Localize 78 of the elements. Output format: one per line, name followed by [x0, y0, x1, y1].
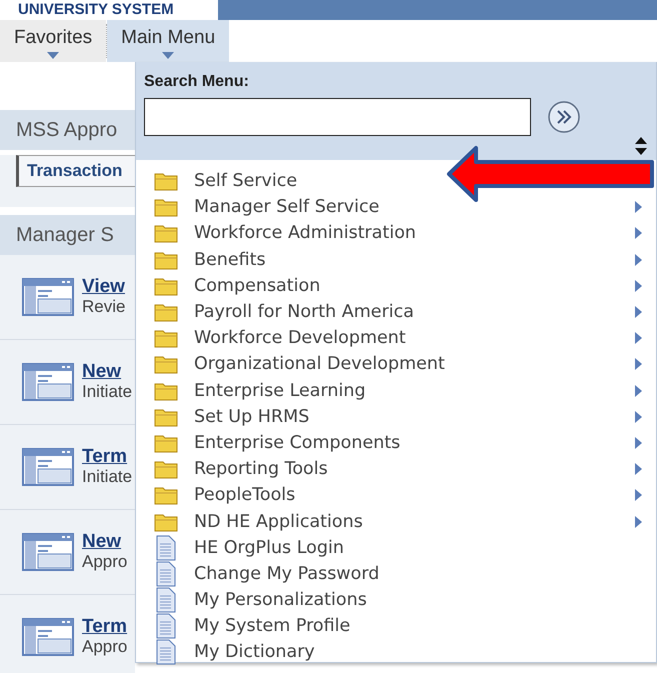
- panel-title: MSS Appro: [0, 110, 135, 150]
- document-icon: [156, 639, 176, 666]
- menu-item[interactable]: Compensation: [136, 272, 656, 299]
- header-title: UNIVERSITY SYSTEM: [17, 0, 175, 20]
- document-icon: [156, 534, 176, 561]
- menu-item[interactable]: Organizational Development: [136, 351, 656, 378]
- folder-icon: [154, 302, 178, 322]
- item-link[interactable]: View: [82, 277, 125, 297]
- submenu-arrow-icon: [635, 254, 642, 266]
- nav-tab[interactable]: Favorites: [0, 20, 106, 62]
- nav-tab[interactable]: Main Menu: [107, 20, 230, 62]
- sort-icon[interactable]: [634, 136, 648, 156]
- submenu-arrow-icon: [635, 332, 642, 344]
- item-description: Appro: [82, 552, 128, 572]
- menu-item[interactable]: My Dictionary: [136, 639, 656, 666]
- folder-icon: [154, 354, 178, 374]
- folder-icon: [154, 171, 178, 192]
- page-icon: [22, 533, 74, 571]
- folder-icon: [154, 276, 178, 296]
- item-link[interactable]: New: [82, 532, 122, 552]
- submenu-arrow-icon: [635, 489, 642, 502]
- menu-item[interactable]: PeopleTools: [136, 482, 656, 508]
- folder-icon: [154, 432, 178, 453]
- menu-item[interactable]: ND HE Applications: [136, 508, 656, 535]
- transaction-tab[interactable]: Transaction: [16, 155, 135, 187]
- submenu-arrow-icon: [635, 436, 642, 449]
- caret-icon: [47, 52, 60, 58]
- folder-icon: [154, 380, 178, 401]
- page-icon: [22, 448, 74, 486]
- document-icon: [156, 613, 176, 640]
- menu-item[interactable]: Self Service: [136, 168, 656, 194]
- folder-icon: [154, 223, 178, 244]
- menu-item[interactable]: My Personalizations: [136, 587, 656, 614]
- folder-icon: [154, 406, 178, 427]
- panel-title: Manager S: [0, 215, 135, 255]
- submenu-arrow-icon: [635, 516, 642, 528]
- submenu-arrow-icon: [635, 410, 642, 423]
- folder-icon: [154, 197, 178, 218]
- document-icon: [156, 587, 176, 614]
- menu-item[interactable]: My System Profile: [136, 613, 656, 640]
- menu-item[interactable]: Change My Password: [136, 560, 656, 587]
- menu-item[interactable]: Reporting Tools: [136, 456, 656, 482]
- folder-icon: [154, 459, 178, 480]
- folder-icon: [154, 328, 178, 348]
- document-icon: [156, 560, 176, 587]
- submenu-arrow-icon: [635, 306, 642, 318]
- menu-item[interactable]: Set Up HRMS: [136, 404, 656, 430]
- submenu-arrow-icon: [635, 201, 642, 214]
- item-description: Initiate: [82, 382, 132, 402]
- page-icon: [22, 278, 74, 316]
- search-label: Search Menu:: [144, 73, 249, 90]
- search-field[interactable]: [144, 98, 531, 136]
- menu-item[interactable]: Benefits: [136, 246, 656, 273]
- menu-item[interactable]: Manager Self Service: [136, 194, 656, 220]
- item-link[interactable]: Term: [82, 447, 128, 467]
- page-icon: [22, 618, 74, 656]
- search-go-button[interactable]: [547, 100, 581, 134]
- item-link[interactable]: Term: [82, 617, 128, 637]
- folder-icon: [154, 512, 178, 532]
- folder-icon: [154, 250, 178, 270]
- menu-item[interactable]: Workforce Development: [136, 325, 656, 352]
- menu-item[interactable]: Enterprise Learning: [136, 378, 656, 404]
- item-link[interactable]: New: [82, 362, 122, 382]
- menu-item[interactable]: Payroll for North America: [136, 298, 656, 326]
- page-icon: [22, 363, 74, 401]
- caret-icon: [162, 52, 174, 58]
- submenu-arrow-icon: [635, 280, 642, 292]
- submenu-arrow-icon: [635, 463, 642, 476]
- menu-item[interactable]: Workforce Administration: [136, 220, 656, 247]
- item-description: Initiate: [82, 467, 132, 487]
- submenu-arrow-icon: [635, 358, 642, 370]
- submenu-arrow-icon: [635, 384, 642, 397]
- menu-item[interactable]: Enterprise Components: [136, 430, 656, 456]
- item-description: Appro: [82, 637, 128, 657]
- item-description: Revie: [82, 297, 126, 317]
- folder-icon: [154, 485, 178, 506]
- submenu-arrow-icon: [635, 227, 642, 240]
- menu-item[interactable]: HE OrgPlus Login: [136, 534, 656, 561]
